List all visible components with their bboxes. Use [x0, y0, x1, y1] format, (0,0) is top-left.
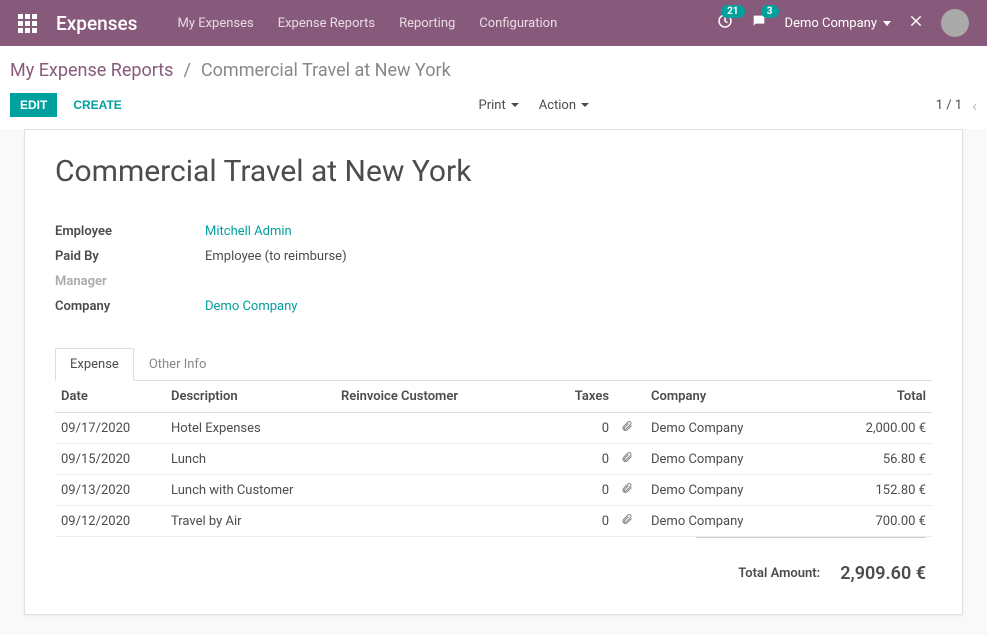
- table-row[interactable]: 09/13/2020Lunch with Customer 0 Demo Compa…: [55, 475, 932, 506]
- print-dropdown[interactable]: Print: [479, 98, 519, 113]
- company-selector[interactable]: Demo Company: [785, 16, 891, 31]
- cell-attach: [615, 506, 645, 537]
- cell-total: 152.80 €: [805, 475, 932, 506]
- th-total[interactable]: Total: [805, 381, 932, 413]
- th-date[interactable]: Date: [55, 381, 165, 413]
- company-label: Company: [55, 299, 205, 314]
- table-row[interactable]: 09/17/2020Hotel Expenses 0 Demo Company2,0…: [55, 413, 932, 444]
- breadcrumb-sep: /: [183, 60, 190, 81]
- manager-value: [205, 274, 494, 289]
- pager-count: 1 / 1: [936, 98, 962, 113]
- th-description[interactable]: Description: [165, 381, 335, 413]
- paperclip-icon[interactable]: [621, 452, 633, 467]
- cell-description: Travel by Air: [165, 506, 335, 537]
- cell-total: 700.00 €: [805, 506, 932, 537]
- paidby-label: Paid By: [55, 249, 205, 264]
- cell-total: 2,000.00 €: [805, 413, 932, 444]
- tab-expense[interactable]: Expense: [55, 348, 134, 381]
- cell-company: Demo Company: [645, 475, 805, 506]
- tab-other-info[interactable]: Other Info: [134, 348, 222, 381]
- cell-company: Demo Company: [645, 413, 805, 444]
- cell-taxes: 0: [535, 475, 615, 506]
- app-brand[interactable]: Expenses: [56, 12, 137, 35]
- cell-taxes: 0: [535, 413, 615, 444]
- cell-attach: [615, 444, 645, 475]
- cell-taxes: 0: [535, 506, 615, 537]
- chevron-down-icon: [883, 21, 891, 26]
- paperclip-icon[interactable]: [621, 483, 633, 498]
- manager-label: Manager: [55, 274, 205, 289]
- employee-label: Employee: [55, 224, 205, 239]
- cell-attach: [615, 413, 645, 444]
- cell-date: 09/12/2020: [55, 506, 165, 537]
- cell-reinvoice: [335, 506, 535, 537]
- total-label: Total Amount:: [738, 566, 820, 581]
- th-reinvoice[interactable]: Reinvoice Customer: [335, 381, 535, 413]
- debug-icon[interactable]: [909, 14, 923, 32]
- chat-icon[interactable]: 3: [751, 13, 767, 33]
- action-label: Action: [539, 98, 576, 113]
- cell-date: 09/13/2020: [55, 475, 165, 506]
- paperclip-icon[interactable]: [621, 514, 633, 529]
- action-dropdown[interactable]: Action: [539, 98, 589, 113]
- cell-attach: [615, 475, 645, 506]
- nav-expense-reports[interactable]: Expense Reports: [278, 16, 375, 31]
- apps-icon[interactable]: [8, 0, 46, 46]
- table-row[interactable]: 09/12/2020Travel by Air 0 Demo Company700.…: [55, 506, 932, 537]
- nav-my-expenses[interactable]: My Expenses: [177, 16, 253, 31]
- th-taxes[interactable]: Taxes: [535, 381, 615, 413]
- cell-reinvoice: [335, 413, 535, 444]
- page-title: Commercial Travel at New York: [55, 154, 932, 189]
- cell-reinvoice: [335, 475, 535, 506]
- chat-badge: 3: [761, 5, 779, 18]
- expense-table: Date Description Reinvoice Customer Taxe…: [55, 381, 932, 537]
- pager: 1 / 1 ‹ ›: [936, 96, 977, 115]
- form-sheet: Commercial Travel at New York Employee M…: [24, 129, 963, 615]
- paperclip-icon[interactable]: [621, 421, 633, 436]
- field-group: Employee Mitchell Admin Paid By Employee…: [55, 219, 494, 319]
- cell-taxes: 0: [535, 444, 615, 475]
- company-value[interactable]: Demo Company: [205, 299, 494, 314]
- nav-configuration[interactable]: Configuration: [479, 16, 557, 31]
- table-row[interactable]: 09/15/2020Lunch 0 Demo Company56.80 €: [55, 444, 932, 475]
- total-value: 2,909.60 €: [840, 563, 926, 584]
- print-label: Print: [479, 98, 506, 113]
- chevron-down-icon: [581, 103, 589, 107]
- total-divider: [696, 537, 926, 538]
- chevron-down-icon: [511, 103, 519, 107]
- company-name: Demo Company: [785, 16, 877, 31]
- activity-icon[interactable]: 21: [717, 13, 733, 33]
- nav-menu: My Expenses Expense Reports Reporting Co…: [177, 16, 716, 31]
- breadcrumb-back[interactable]: My Expense Reports: [10, 60, 173, 81]
- th-attach: [615, 381, 645, 413]
- navbar: Expenses My Expenses Expense Reports Rep…: [0, 0, 987, 46]
- avatar[interactable]: [941, 9, 969, 37]
- employee-value[interactable]: Mitchell Admin: [205, 224, 494, 239]
- cell-reinvoice: [335, 444, 535, 475]
- edit-button[interactable]: EDIT: [10, 93, 57, 117]
- cell-company: Demo Company: [645, 444, 805, 475]
- cell-company: Demo Company: [645, 506, 805, 537]
- activity-badge: 21: [721, 5, 744, 18]
- pager-prev-icon[interactable]: ‹: [972, 96, 977, 115]
- cell-total: 56.80 €: [805, 444, 932, 475]
- cell-description: Hotel Expenses: [165, 413, 335, 444]
- control-bar: EDIT CREATE Print Action 1 / 1 ‹ ›: [0, 89, 987, 129]
- paidby-value: Employee (to reimburse): [205, 249, 494, 264]
- cell-date: 09/15/2020: [55, 444, 165, 475]
- breadcrumb-current: Commercial Travel at New York: [201, 60, 451, 81]
- th-company[interactable]: Company: [645, 381, 805, 413]
- cell-description: Lunch with Customer: [165, 475, 335, 506]
- breadcrumb: My Expense Reports / Commercial Travel a…: [0, 46, 987, 89]
- tabs: Expense Other Info: [55, 347, 932, 381]
- cell-description: Lunch: [165, 444, 335, 475]
- cell-date: 09/17/2020: [55, 413, 165, 444]
- nav-reporting[interactable]: Reporting: [399, 16, 455, 31]
- create-button[interactable]: CREATE: [63, 93, 131, 117]
